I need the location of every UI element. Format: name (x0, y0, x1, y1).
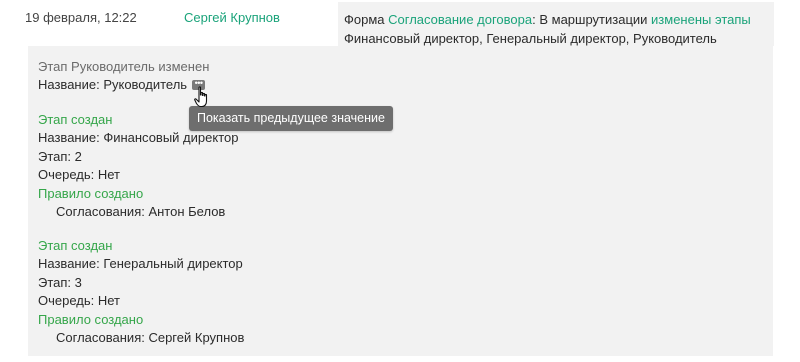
rule-approvals: Согласования: Антон Белов (56, 204, 226, 220)
summary-prefix: Форма (344, 12, 389, 27)
entry-author-link[interactable]: Сергей Крупнов (184, 10, 280, 25)
history-entry-header: 19 февраля, 12:22 Сергей Крупнов Форма С… (0, 0, 800, 46)
stage-created-block-2: Этап создан Название: Генеральный директ… (38, 237, 244, 347)
stage-step: Этап: 3 (38, 274, 82, 290)
entry-summary: Форма Согласование договора: В маршрутиз… (338, 2, 774, 46)
entry-date: 19 февраля, 12:22 (25, 10, 137, 25)
change-details-panel: Этап Руководитель изменен Название: Руко… (28, 46, 773, 356)
rule-created-header: Правило создано (38, 185, 144, 201)
stage-name: Название: Финансовый директор (38, 130, 239, 146)
rule-approvals: Согласования: Сергей Крупнов (56, 330, 245, 346)
stage-changed-name: Название: Руководитель (38, 77, 188, 93)
stage-queue: Очередь: Нет (38, 293, 121, 309)
stage-changed-block: Этап Руководитель изменен Название: Руко… (38, 58, 209, 95)
stage-created-header: Этап создан (38, 238, 113, 253)
summary-middle: : В маршрутизации (532, 12, 652, 27)
stage-queue: Очередь: Нет (38, 167, 121, 183)
stage-changed-name-row: Название: Руководитель ••• (38, 76, 209, 94)
stage-name: Название: Генеральный директор (38, 256, 243, 272)
rule-created-header: Правило создано (38, 311, 144, 327)
stage-changed-header: Этап Руководитель изменен (38, 59, 210, 74)
changes-link[interactable]: изменены этапы (651, 12, 751, 27)
stage-step: Этап: 2 (38, 148, 82, 164)
hand-pointer-icon (194, 86, 208, 108)
form-link[interactable]: Согласование договора (388, 12, 532, 27)
previous-value-tooltip: Показать предыдущее значение (189, 106, 393, 131)
